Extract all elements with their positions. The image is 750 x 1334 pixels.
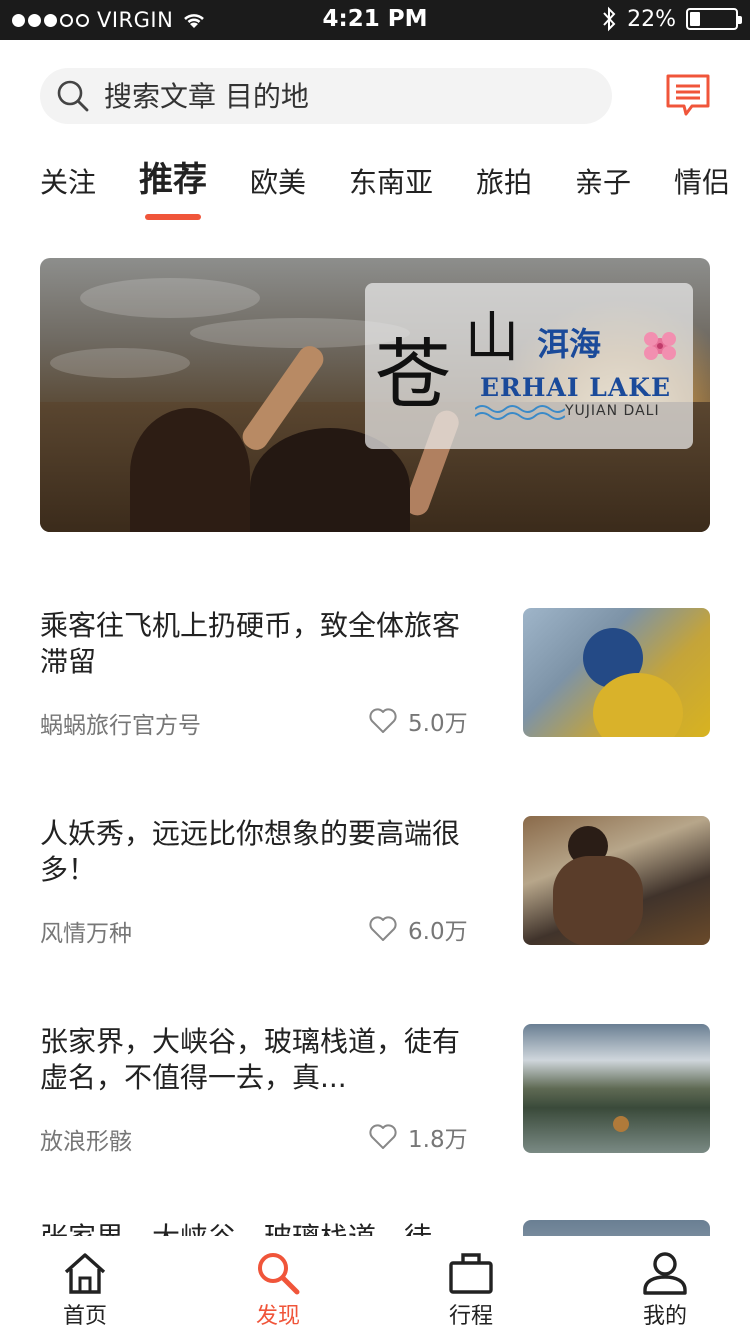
wave-icon bbox=[475, 405, 565, 420]
heart-icon bbox=[369, 1124, 397, 1149]
tab-travel-photo[interactable]: 旅拍 bbox=[476, 158, 532, 228]
nav-discover-label: 发现 bbox=[255, 1304, 300, 1329]
featured-banner[interactable]: 苍 山 洱海 ERHAI LAKE YUJIAN DALI bbox=[40, 258, 710, 532]
banner-photo-person bbox=[130, 408, 250, 532]
article-author[interactable]: 放浪形骸 bbox=[40, 1122, 132, 1156]
search-bar[interactable] bbox=[40, 68, 612, 124]
banner-title-cn: 山 bbox=[465, 306, 519, 369]
briefcase-icon bbox=[449, 1253, 493, 1294]
article-likes[interactable]: 5.0万 bbox=[368, 704, 468, 738]
banner-title-card: 苍 山 洱海 ERHAI LAKE YUJIAN DALI bbox=[365, 283, 693, 449]
nav-home-label: 首页 bbox=[62, 1304, 107, 1329]
like-count: 5.0万 bbox=[408, 711, 468, 737]
article-thumbnail[interactable] bbox=[523, 1220, 710, 1236]
tab-family[interactable]: 亲子 bbox=[575, 158, 631, 228]
nav-profile[interactable]: 我的 bbox=[615, 1250, 715, 1330]
message-icon[interactable] bbox=[664, 72, 712, 120]
banner-subtitle: YUJIAN DALI bbox=[565, 403, 660, 419]
status-right: 22% bbox=[601, 6, 742, 32]
nav-profile-label: 我的 bbox=[642, 1304, 687, 1329]
discover-search-icon bbox=[258, 1253, 300, 1295]
nav-itinerary-label: 行程 bbox=[448, 1304, 493, 1329]
tab-recommended[interactable]: 推荐 bbox=[139, 158, 207, 228]
banner-title-cn: 苍 bbox=[375, 330, 451, 419]
article-item[interactable]: 张家界，大峡谷，玻璃栈道，徒有虚名，不值得一去，真... 放浪形骸 1.8万 bbox=[40, 1024, 710, 1156]
article-thumbnail[interactable] bbox=[523, 816, 710, 945]
article-item-partial[interactable]: 张家界，大峡谷，玻璃栈道，徒 bbox=[40, 1220, 710, 1236]
tab-europe-america[interactable]: 欧美 bbox=[250, 158, 306, 228]
article-likes[interactable]: 6.0万 bbox=[368, 912, 468, 946]
like-count: 6.0万 bbox=[408, 919, 468, 945]
flower-icon bbox=[644, 332, 676, 360]
article-author[interactable]: 风情万种 bbox=[40, 914, 132, 948]
status-bar: VIRGIN 4:21 PM 22% bbox=[0, 0, 750, 40]
tab-southeast-asia[interactable]: 东南亚 bbox=[349, 158, 433, 228]
article-likes[interactable]: 1.8万 bbox=[368, 1120, 468, 1154]
battery-icon bbox=[686, 8, 742, 30]
article-author[interactable]: 蜗蜗旅行官方号 bbox=[40, 706, 201, 740]
banner-title-cn: 洱海 bbox=[537, 325, 602, 363]
like-count: 1.8万 bbox=[408, 1127, 468, 1153]
article-thumbnail[interactable] bbox=[523, 1024, 710, 1153]
nav-discover[interactable]: 发现 bbox=[228, 1250, 328, 1330]
bottom-navigation: 首页 发现 行程 我的 bbox=[0, 1236, 750, 1334]
battery-level bbox=[690, 12, 700, 26]
article-title[interactable]: 张家界，大峡谷，玻璃栈道，徒有虚名，不值得一去，真... bbox=[40, 1024, 480, 1096]
tab-follow[interactable]: 关注 bbox=[40, 158, 96, 228]
banner-title-en: ERHAI LAKE bbox=[480, 373, 672, 402]
home-icon bbox=[64, 1253, 106, 1294]
nav-itinerary[interactable]: 行程 bbox=[421, 1250, 521, 1330]
discover-screen: VIRGIN 4:21 PM 22% 搜索文章 目的地 关注 推荐 欧美 东南亚… bbox=[0, 0, 750, 1334]
bluetooth-icon bbox=[603, 6, 616, 32]
profile-icon bbox=[643, 1252, 687, 1295]
heart-icon bbox=[369, 916, 397, 941]
battery-percent: 22% bbox=[627, 6, 676, 32]
article-title[interactable]: 人妖秀，远远比你想象的要高端很多！ bbox=[40, 816, 480, 888]
article-title[interactable]: 乘客往飞机上扔硬币，致全体旅客滞留 bbox=[40, 608, 480, 680]
article-item[interactable]: 乘客往飞机上扔硬币，致全体旅客滞留 蜗蜗旅行官方号 5.0万 bbox=[40, 608, 710, 740]
category-tabs: 关注 推荐 欧美 东南亚 旅拍 亲子 情侣 bbox=[40, 158, 730, 228]
nav-home[interactable]: 首页 bbox=[35, 1250, 135, 1330]
article-title[interactable]: 张家界，大峡谷，玻璃栈道，徒 bbox=[40, 1220, 480, 1236]
article-item[interactable]: 人妖秀，远远比你想象的要高端很多！ 风情万种 6.0万 bbox=[40, 816, 710, 948]
article-thumbnail[interactable] bbox=[523, 608, 710, 737]
search-icon bbox=[57, 80, 89, 112]
heart-icon bbox=[369, 708, 397, 733]
search-input[interactable] bbox=[104, 79, 564, 113]
tab-couples[interactable]: 情侣 bbox=[674, 158, 730, 228]
